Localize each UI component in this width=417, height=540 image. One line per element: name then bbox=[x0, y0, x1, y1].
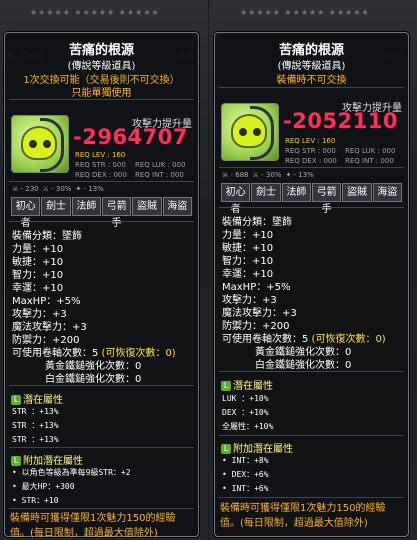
divider bbox=[9, 181, 194, 182]
job-thief: 盜賊 bbox=[132, 197, 162, 216]
item-icon bbox=[221, 103, 279, 161]
job-archer: 弓箭手 bbox=[311, 183, 342, 215]
job-warrior: 劍士 bbox=[41, 197, 71, 216]
platinum-hammer-count: 白金鐵鎚強化次數：0 bbox=[255, 360, 352, 371]
item-tooltip-left: 苦痛的根源 (傳說等級道具) 1次交換可能（交易後則不可交換） 只能單獨使用 攻… bbox=[4, 32, 199, 539]
job-magician: 法師 bbox=[281, 183, 311, 202]
stars-row-right: ★★★★★ ★★★★★ ★★★★★ bbox=[240, 8, 370, 17]
attack-increase-value: -2964707 bbox=[73, 125, 188, 149]
req-dex: REQ DEX : 000 bbox=[75, 171, 127, 179]
attack-increase-value: -2052110 bbox=[283, 109, 398, 133]
job-pirate: 海盜 bbox=[162, 197, 192, 216]
potential-line: STR ：+13% bbox=[12, 407, 59, 416]
job-row: 初心者 劍士 法師 弓箭手 盜賊 海盜 bbox=[221, 183, 402, 215]
potential-title: L 潛在屬性 bbox=[221, 377, 273, 392]
divider bbox=[219, 167, 404, 168]
potential-icon: L bbox=[221, 444, 231, 454]
job-beginner: 初心者 bbox=[11, 197, 41, 229]
job-thief: 盜賊 bbox=[342, 183, 372, 202]
potential-title: L 潛在屬性 bbox=[11, 391, 63, 406]
additional-potential-title: L 附加潛在屬性 bbox=[221, 440, 293, 455]
potential-line: 全屬性：+10% bbox=[222, 422, 274, 431]
additional-potential-line: • INT：+8% bbox=[222, 456, 269, 465]
divider bbox=[219, 497, 404, 498]
stars-row-left: ★★★★★ ★★★★★ ★★★★★ bbox=[30, 8, 160, 17]
req-lev: REQ LEV : 160 bbox=[285, 137, 336, 145]
job-warrior: 劍士 bbox=[251, 183, 281, 202]
additional-potential-line: • 以角色等級為準每9級STR：+2 bbox=[12, 468, 131, 477]
divider bbox=[219, 207, 404, 208]
req-luk: REQ LUK : 000 bbox=[345, 147, 396, 155]
job-archer: 弓箭手 bbox=[101, 197, 132, 229]
job-pirate: 海盜 bbox=[372, 183, 402, 202]
potential-line: STR ：+13% bbox=[12, 435, 59, 444]
item-tooltip-right: 苦痛的根源 (傳說等級道具) 裝備時不可交換 攻擊力提升量 -2052110 R… bbox=[214, 32, 409, 537]
additional-potential-line: • STR：+10 bbox=[12, 496, 59, 505]
potential-icon: L bbox=[221, 381, 231, 391]
divider bbox=[9, 221, 194, 222]
req-lev: REQ LEV : 160 bbox=[75, 151, 126, 159]
divider bbox=[9, 447, 194, 448]
potential-icon: L bbox=[11, 456, 21, 466]
req-str: REQ STR : 000 bbox=[75, 161, 126, 169]
additional-potential-title: L 附加潛在屬性 bbox=[11, 452, 83, 467]
item-title: 苦痛的根源 bbox=[278, 43, 344, 58]
job-magician: 法師 bbox=[71, 197, 101, 216]
potential-icon: L bbox=[11, 395, 21, 405]
trade-info-2: 只能單獨使用 bbox=[71, 88, 132, 99]
divider bbox=[9, 99, 194, 100]
job-row: 初心者 劍士 法師 弓箭手 盜賊 海盜 bbox=[11, 197, 192, 229]
additional-potential-line: • INT：+6% bbox=[222, 484, 269, 493]
divider bbox=[219, 371, 404, 372]
skull-pendant-icon bbox=[231, 114, 267, 148]
charm-exp-note: 裝備時可獲得僅限1次魅力150的經驗值。(每日限制，超過最大值除外) bbox=[220, 503, 386, 529]
additional-potential-line: • 最大HP：+300 bbox=[12, 482, 75, 491]
job-beginner: 初心者 bbox=[221, 183, 251, 215]
potential-line: DEX ：+10% bbox=[222, 408, 269, 417]
platinum-hammer-count: 白金鐵鎚強化次數：0 bbox=[45, 374, 142, 385]
divider bbox=[219, 87, 404, 88]
req-str: REQ STR : 000 bbox=[285, 147, 336, 155]
divider bbox=[219, 435, 404, 436]
item-grade: (傳說等級道具) bbox=[277, 61, 346, 72]
divider bbox=[9, 385, 194, 386]
req-int: REQ INT : 000 bbox=[135, 171, 184, 179]
potential-line: LUK ：+10% bbox=[222, 394, 269, 403]
item-title: 苦痛的根源 bbox=[68, 43, 134, 58]
req-dex: REQ DEX : 000 bbox=[285, 157, 337, 165]
req-int: REQ INT : 000 bbox=[345, 157, 394, 165]
mini-stats: ☠ - 230 ⚔ - 30% ✦ - 13% bbox=[12, 185, 104, 193]
skull-pendant-icon bbox=[21, 126, 57, 160]
divider bbox=[9, 508, 194, 509]
additional-potential-line: • DEX：+6% bbox=[222, 470, 269, 479]
trade-info: 裝備時不可交換 bbox=[276, 75, 347, 86]
item-icon bbox=[11, 115, 69, 173]
charm-exp-note: 裝備時可獲得僅限1次魅力150的經驗值。(每日限制，超過最大值除外) bbox=[10, 513, 176, 539]
req-luk: REQ LUK : 000 bbox=[135, 161, 186, 169]
item-grade: (傳說等級道具) bbox=[67, 61, 136, 72]
mini-stats: ☠ - 688 ⚔ - 30% ✦ - 13% bbox=[222, 171, 314, 179]
potential-line: STR ：+13% bbox=[12, 421, 59, 430]
